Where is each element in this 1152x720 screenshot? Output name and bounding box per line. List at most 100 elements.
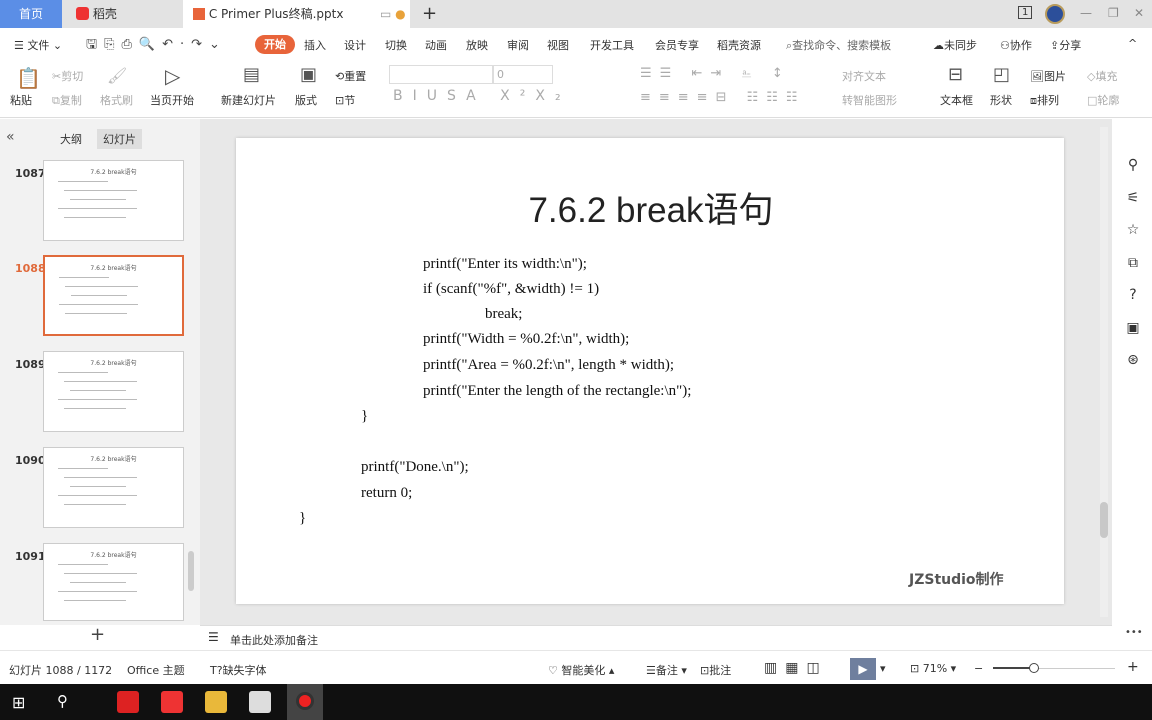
file-explorer-icon[interactable] (205, 691, 227, 713)
font-size-select[interactable]: 0 (493, 65, 553, 84)
minimize-button[interactable]: — (1080, 6, 1092, 20)
menu-item-design[interactable]: 设计 (344, 37, 366, 53)
search-taskbar-icon[interactable]: ⚲ (57, 692, 68, 710)
menu-item-view[interactable]: 视图 (547, 37, 569, 53)
collapse-ribbon-icon[interactable]: ^ (1128, 37, 1137, 50)
thumbnail-title: 7.6.2 break语句 (90, 360, 137, 367)
tab-slides[interactable]: 幻灯片 (97, 129, 142, 149)
more-icon[interactable]: ••• (1125, 627, 1143, 638)
fill-button[interactable]: ◇填充 (1087, 68, 1117, 84)
shape-icon: ◰ (993, 64, 1011, 85)
tab-document[interactable]: C Primer Plus终稿.pptx (183, 0, 370, 28)
code-line: break; (485, 306, 523, 322)
wps-app-icon[interactable] (161, 691, 183, 713)
code-line: printf("Width = %0.2f:\n", width); (423, 331, 630, 347)
pptx-icon (193, 8, 205, 20)
font-name-select[interactable] (389, 65, 493, 84)
slide-thumbnail[interactable]: 7.6.2 break语句 (43, 447, 184, 528)
zoom-in-button[interactable]: + (1127, 659, 1139, 675)
thumbnail-number: 1090 (15, 454, 46, 467)
menu-item-insert[interactable]: 插入 (304, 37, 326, 53)
format-painter-button[interactable]: 格式刷 (100, 92, 133, 108)
slide[interactable]: 7.6.2 break语句 printf("Enter its width:\n… (236, 138, 1064, 604)
sync-button[interactable]: ☁未同步 (933, 37, 977, 53)
copy-button[interactable]: ⧉复制 (52, 92, 82, 108)
menu-item-developer[interactable]: 开发工具 (590, 37, 634, 53)
thumbnail-number: 1089 (15, 358, 46, 371)
thumbnail-title: 7.6.2 break语句 (90, 456, 137, 463)
menu-item-animation[interactable]: 动画 (425, 37, 447, 53)
zoom-out-button[interactable]: − (974, 662, 983, 675)
menu-item-slideshow[interactable]: 放映 (466, 37, 488, 53)
avatar[interactable] (1045, 4, 1065, 24)
picture-label: 图片 (1043, 70, 1066, 83)
tab-home[interactable]: 首页 (0, 0, 62, 28)
section-label: 节 (344, 94, 356, 107)
textbox-button[interactable]: 文本框 (940, 92, 973, 108)
close-button[interactable]: ✕ (1134, 6, 1144, 20)
slide-thumbnail[interactable]: 7.6.2 break语句 (43, 351, 184, 432)
quick-access-icons[interactable]: 🖫⎘⎙🔍↶·↷⌄ (86, 35, 227, 57)
file-menu[interactable]: ☰ 文件 ⌄ (14, 37, 62, 53)
paste-icon: 📋 (16, 66, 41, 90)
menu-item-member[interactable]: 会员专享 (655, 37, 699, 53)
slideshow-options-icon[interactable]: ▾ (880, 662, 886, 675)
collapse-panel-icon[interactable]: « (6, 129, 15, 145)
document-app-icon[interactable] (249, 691, 271, 713)
play-from-current-button[interactable]: 当页开始 (150, 92, 194, 108)
paste-button[interactable]: 粘贴 (10, 92, 32, 108)
tab-outline[interactable]: 大纲 (60, 131, 82, 147)
menu-item-transition[interactable]: 切换 (385, 37, 407, 53)
shape-button[interactable]: 形状 (990, 92, 1012, 108)
add-slide-button[interactable]: + (90, 624, 105, 645)
thumbnail-title: 7.6.2 break语句 (90, 169, 137, 176)
menu-item-daoke-resources[interactable]: 稻壳资源 (717, 37, 761, 53)
menu-item-start[interactable]: 开始 (255, 35, 295, 54)
outline-button[interactable]: □轮廓 (1087, 92, 1119, 108)
restore-button[interactable]: ❐ (1108, 6, 1119, 20)
tab-daoke[interactable]: 稻壳 (66, 0, 182, 28)
paragraph-buttons-row2[interactable]: ≡≡≡≡⊟ ☷☷☷ (640, 90, 806, 105)
comments-button[interactable]: ⊡批注 (700, 662, 731, 678)
recorder-app-active[interactable] (287, 684, 323, 720)
slide-thumbnail[interactable]: 7.6.2 break语句 (43, 160, 184, 241)
new-slide-button[interactable]: 新建幻灯片 (221, 92, 276, 108)
pdf-app-icon[interactable] (117, 691, 139, 713)
page-indicator: 1 (1018, 6, 1033, 19)
command-search[interactable]: ⌕查找命令、搜索模板 (786, 37, 891, 53)
paragraph-buttons-row1[interactable]: ☰☰ ⇤⇥ ⎁ ↕ (640, 66, 791, 81)
smartart-button[interactable]: 转智能图形 (842, 92, 897, 108)
cut-button[interactable]: ✂剪切 (52, 68, 83, 84)
beautify-button[interactable]: ♡ 智能美化 ▴ (548, 662, 614, 678)
align-text-button[interactable]: 对齐文本 (842, 68, 886, 84)
picture-button[interactable]: 🖼图片 (1030, 68, 1066, 84)
collab-button[interactable]: ⚇协作 (1000, 37, 1032, 53)
arrange-button[interactable]: ⧈排列 (1030, 92, 1059, 108)
slide-thumbnail[interactable]: 7.6.2 break语句 (43, 255, 184, 336)
sidebar-tool-icons[interactable]: ⚲ ⚟ ☆ ⧉? ▣ ⊛ (1125, 149, 1141, 377)
notes-toggle-button[interactable]: ☰备注 ▾ (646, 662, 687, 678)
tab-daoke-label: 稻壳 (92, 7, 117, 21)
section-button[interactable]: ⊡节 (335, 92, 355, 108)
new-tab-button[interactable]: + (412, 0, 437, 28)
view-mode-buttons[interactable]: ▥▦◫ (764, 660, 828, 676)
reset-button[interactable]: ⟲重置 (335, 68, 366, 84)
share-button[interactable]: ⇪分享 (1050, 37, 1081, 53)
zoom-slider[interactable] (993, 663, 1115, 673)
code-line: printf("Done.\n"); (361, 459, 469, 475)
missing-font-button[interactable]: T?缺失字体 (210, 662, 267, 678)
layout-button[interactable]: 版式 (295, 92, 317, 108)
thumbnail-number: 1087 (15, 167, 46, 180)
zoom-select[interactable]: ⊡ 71% ▾ (910, 662, 956, 675)
slideshow-play-button[interactable]: ▶ (850, 658, 876, 680)
slide-thumbnail[interactable]: 7.6.2 break语句 (43, 543, 184, 621)
font-style-buttons[interactable]: BIUSA X²X₂ (393, 88, 571, 104)
theme-name[interactable]: Office 主题 (127, 662, 185, 678)
cut-label: 剪切 (61, 70, 84, 83)
notes-area[interactable]: ☰ 单击此处添加备注 (200, 625, 1112, 650)
canvas-scrollbar[interactable] (1100, 127, 1108, 617)
code-line: printf("Enter the length of the rectangl… (423, 383, 692, 399)
windows-start-icon[interactable]: ⊞ (12, 693, 25, 712)
panel-scrollbar[interactable] (188, 551, 194, 591)
menu-item-review[interactable]: 审阅 (507, 37, 529, 53)
